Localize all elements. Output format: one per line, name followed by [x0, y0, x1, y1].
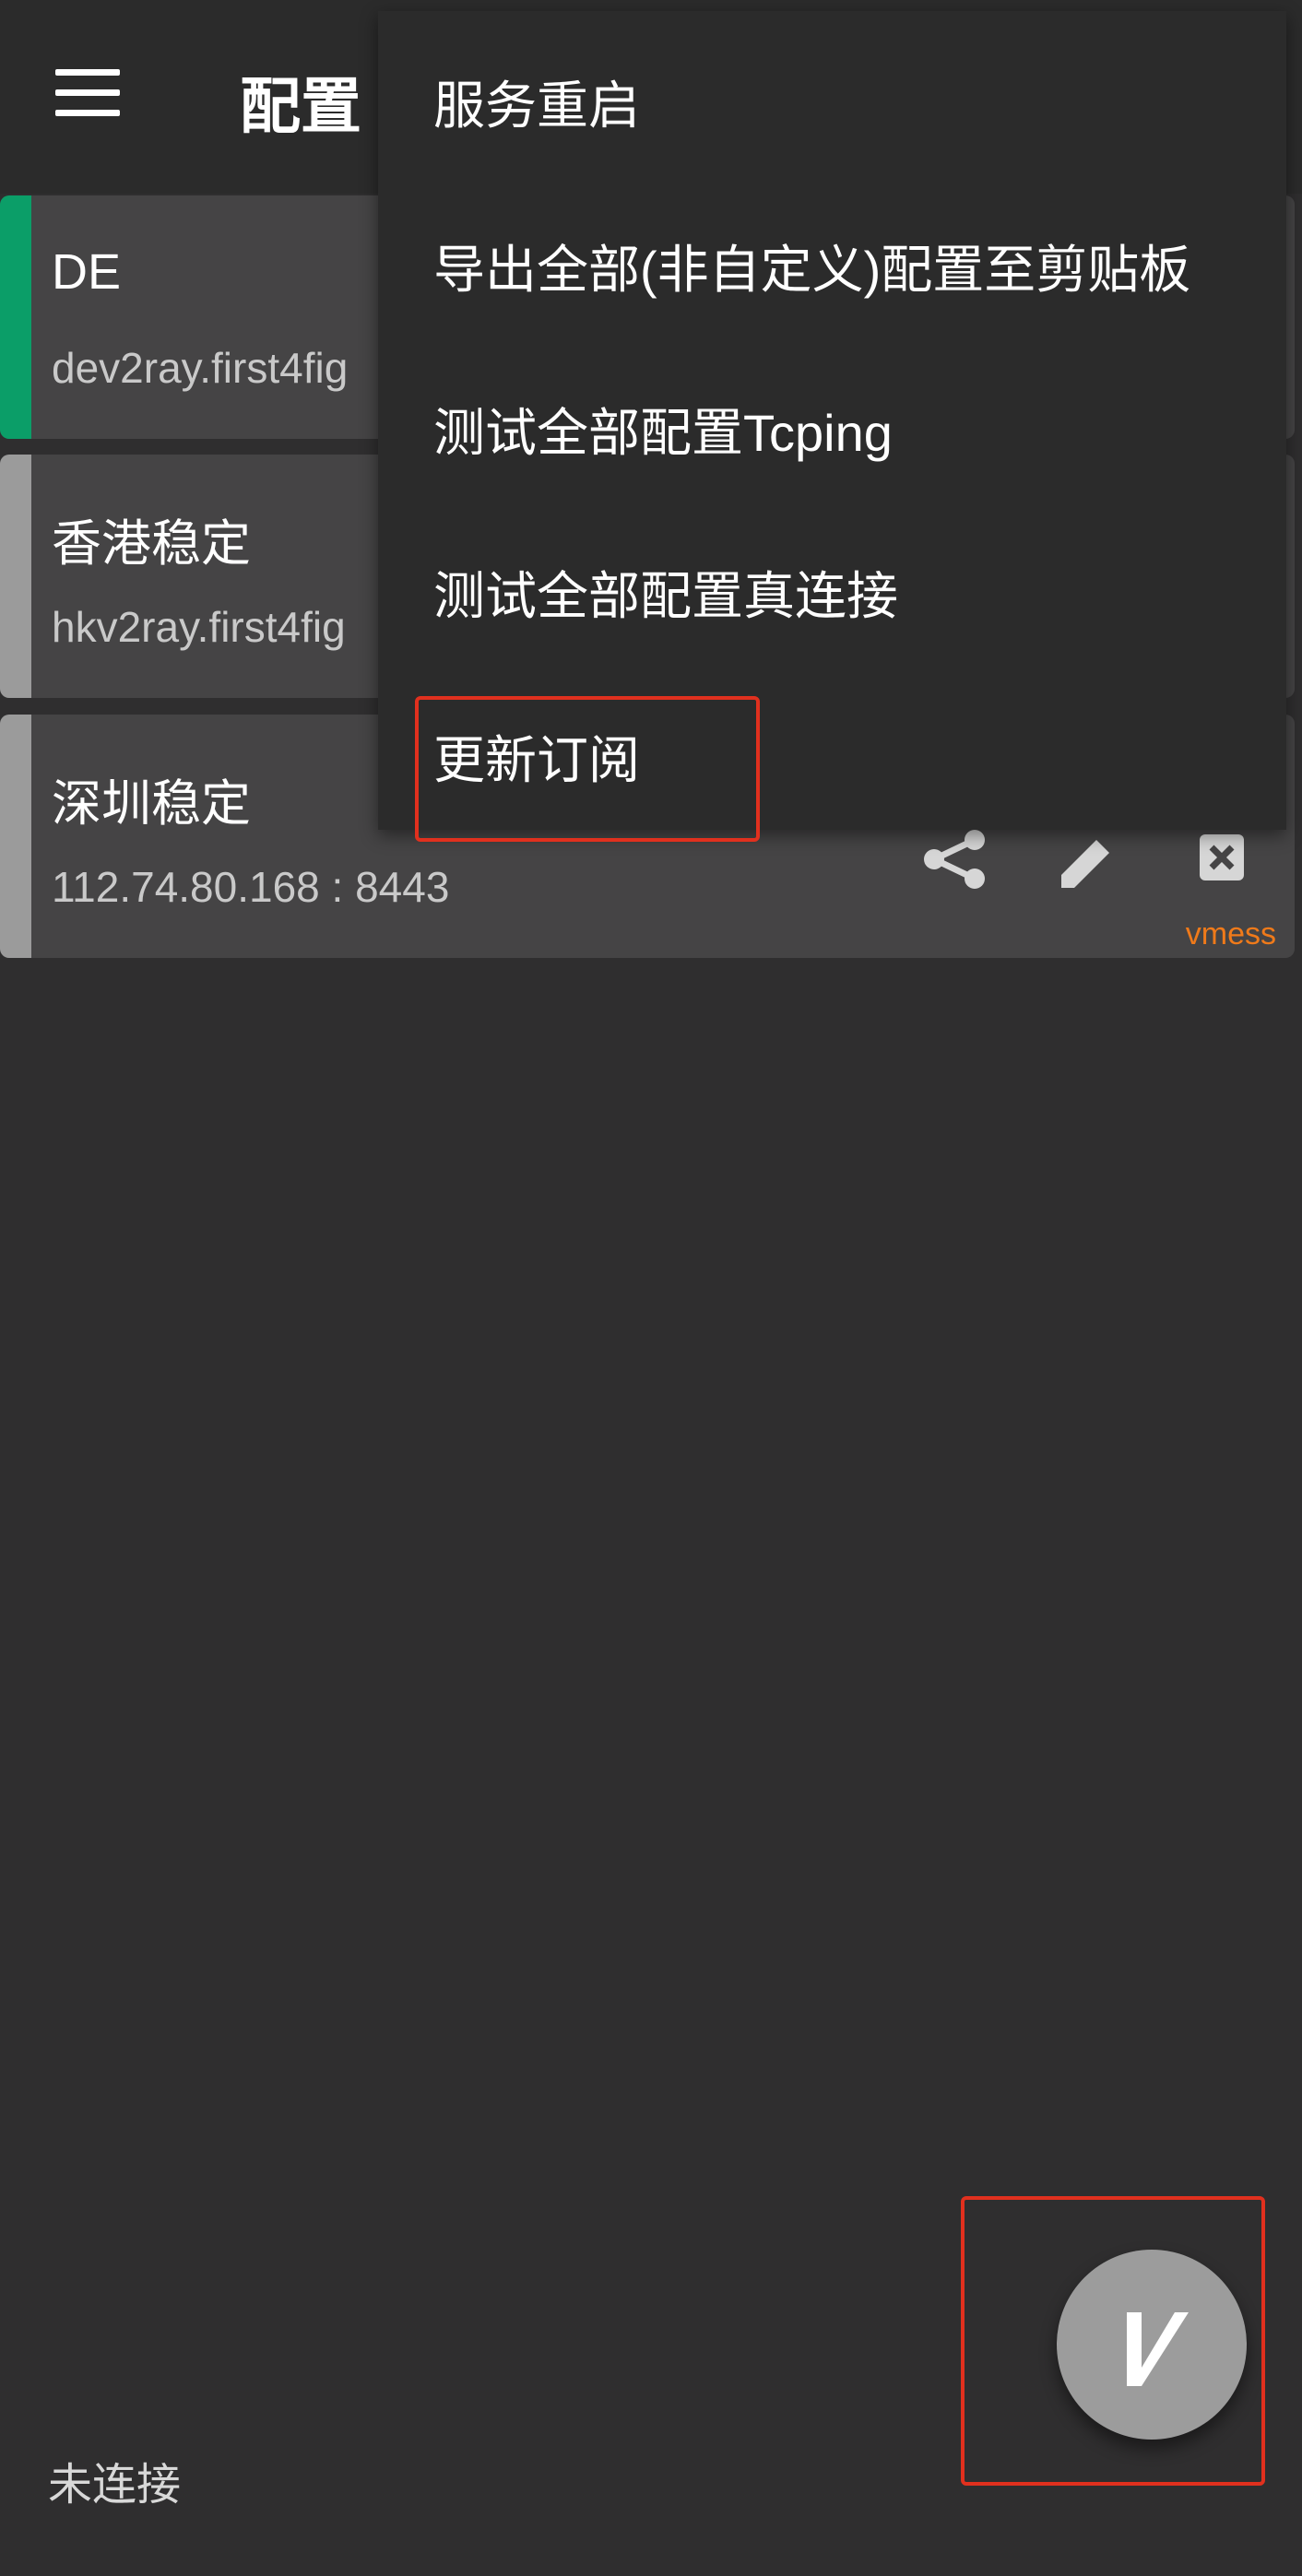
menu-item-export-all[interactable]: 导出全部(非自定义)配置至剪贴板 [433, 229, 1190, 303]
edit-icon[interactable] [1052, 827, 1117, 892]
server-address: hkv2ray.first4fig [52, 603, 346, 651]
update-subscription-highlight [415, 696, 760, 842]
menu-item-restart-service[interactable]: 服务重启 [433, 65, 640, 139]
server-name: 深圳稳定 [52, 776, 251, 832]
protocol-label: vmess [1185, 916, 1276, 951]
inactive-indicator [0, 715, 31, 958]
menu-item-test-real-connection[interactable]: 测试全部配置真连接 [433, 555, 898, 630]
server-address: 112.74.80.168 : 8443 [52, 863, 450, 911]
server-name: 香港稳定 [52, 516, 251, 572]
v-logo-icon [1127, 2312, 1189, 2386]
server-address: dev2ray.first4fig [52, 344, 349, 392]
connection-status: 未连接 [48, 2461, 182, 2510]
delete-icon[interactable] [1194, 827, 1259, 892]
server-name: DE [52, 244, 122, 300]
share-icon[interactable] [921, 827, 986, 892]
active-indicator [0, 195, 31, 439]
menu-item-test-tcping[interactable]: 测试全部配置Tcping [433, 392, 893, 467]
inactive-indicator [0, 455, 31, 698]
page-title: 配置 [240, 71, 361, 142]
menu-icon[interactable] [55, 69, 120, 117]
connect-button[interactable] [1057, 2250, 1247, 2440]
